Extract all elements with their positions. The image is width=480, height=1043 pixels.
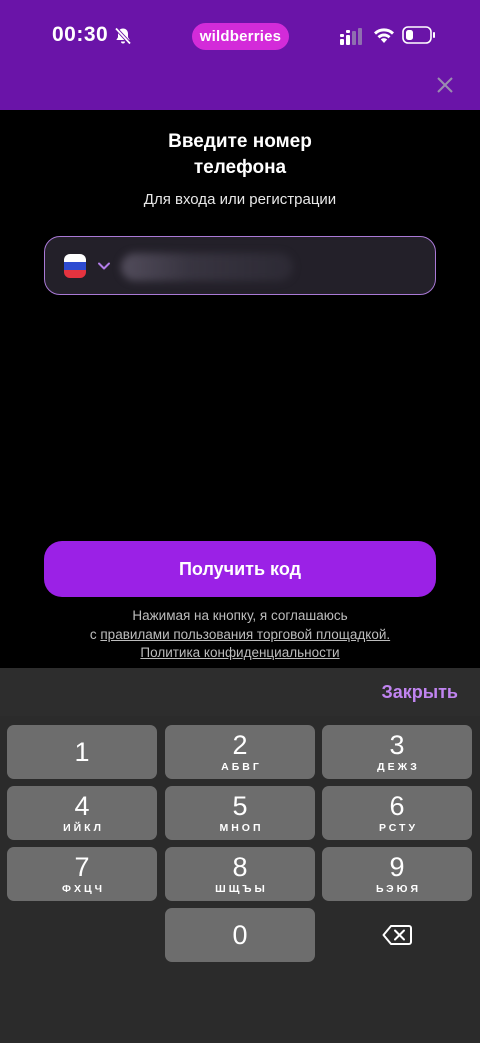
- status-time: 00:30: [52, 23, 109, 46]
- brand-label: wildberries: [199, 28, 282, 45]
- rules-link[interactable]: правилами пользования торговой площадкой…: [100, 627, 390, 642]
- terms-prefix: с: [89, 626, 97, 642]
- key-6[interactable]: 6 РСТУ: [322, 786, 472, 840]
- backspace-key[interactable]: [322, 908, 472, 962]
- privacy-policy-link[interactable]: Политика конфиденциальности: [140, 645, 339, 660]
- key-1[interactable]: 1: [7, 725, 157, 779]
- get-code-button[interactable]: Получить код: [44, 541, 436, 597]
- key-digit: 5: [232, 791, 248, 821]
- keyboard-toolbar: Закрыть: [0, 668, 480, 716]
- russia-flag-icon[interactable]: [64, 254, 86, 278]
- key-digit: 1: [74, 737, 90, 767]
- battery-icon: [402, 26, 435, 44]
- cellular-signal-icon: [340, 28, 362, 45]
- close-icon[interactable]: [433, 73, 457, 97]
- terms-privacy-line: Политика конфиденциальности: [0, 644, 480, 663]
- key-digit: 6: [389, 791, 405, 821]
- key-letters: ШЩЪЫ: [215, 883, 268, 895]
- key-letters: МНОП: [219, 822, 264, 834]
- chevron-down-icon[interactable]: [97, 259, 111, 273]
- key-digit: 3: [389, 730, 405, 760]
- status-bar: 00:30 wildberries: [0, 22, 480, 50]
- key-3[interactable]: 3 ДЕЖЗ: [322, 725, 472, 779]
- backspace-icon: [382, 925, 412, 945]
- keyboard-close-button[interactable]: Закрыть: [381, 682, 458, 703]
- key-5[interactable]: 5 МНОП: [165, 786, 315, 840]
- terms-line: Нажимая на кнопку, я соглашаюсь: [132, 608, 348, 623]
- key-9[interactable]: 9 ЬЭЮЯ: [322, 847, 472, 901]
- key-letters: ЬЭЮЯ: [376, 883, 421, 895]
- brand-pill[interactable]: wildberries: [192, 23, 289, 50]
- key-digit: 8: [232, 852, 248, 882]
- phone-input[interactable]: [44, 236, 436, 295]
- page-subtitle: Для входа или регистрации: [143, 191, 337, 208]
- wifi-icon: [374, 28, 394, 43]
- redacted-phone-number: [121, 253, 293, 281]
- key-4[interactable]: 4 ИЙКЛ: [7, 786, 157, 840]
- key-digit: 4: [74, 791, 90, 821]
- key-letters: АБВГ: [221, 761, 262, 773]
- terms-text: Нажимая на кнопку, я соглашаюсь с правил…: [0, 607, 480, 663]
- bell-muted-icon: [114, 27, 132, 45]
- app-header: 00:30 wildberries: [0, 0, 480, 110]
- key-letters: ДЕЖЗ: [377, 761, 420, 773]
- key-letters: ИЙКЛ: [63, 822, 104, 834]
- key-8[interactable]: 8 ШЩЪЫ: [165, 847, 315, 901]
- key-digit: 7: [74, 852, 90, 882]
- key-digit: 2: [232, 730, 248, 760]
- terms-rules-line: с правилами пользования торговой площадк…: [0, 626, 480, 645]
- key-2[interactable]: 2 АБВГ: [165, 725, 315, 779]
- key-digit: 9: [389, 852, 405, 882]
- key-digit: 0: [232, 920, 248, 950]
- key-7[interactable]: 7 ФХЦЧ: [7, 847, 157, 901]
- key-letters: РСТУ: [378, 822, 418, 834]
- page-title: Введите номер телефона: [168, 131, 312, 178]
- key-letters: ФХЦЧ: [61, 883, 105, 895]
- key-0[interactable]: 0: [165, 908, 315, 962]
